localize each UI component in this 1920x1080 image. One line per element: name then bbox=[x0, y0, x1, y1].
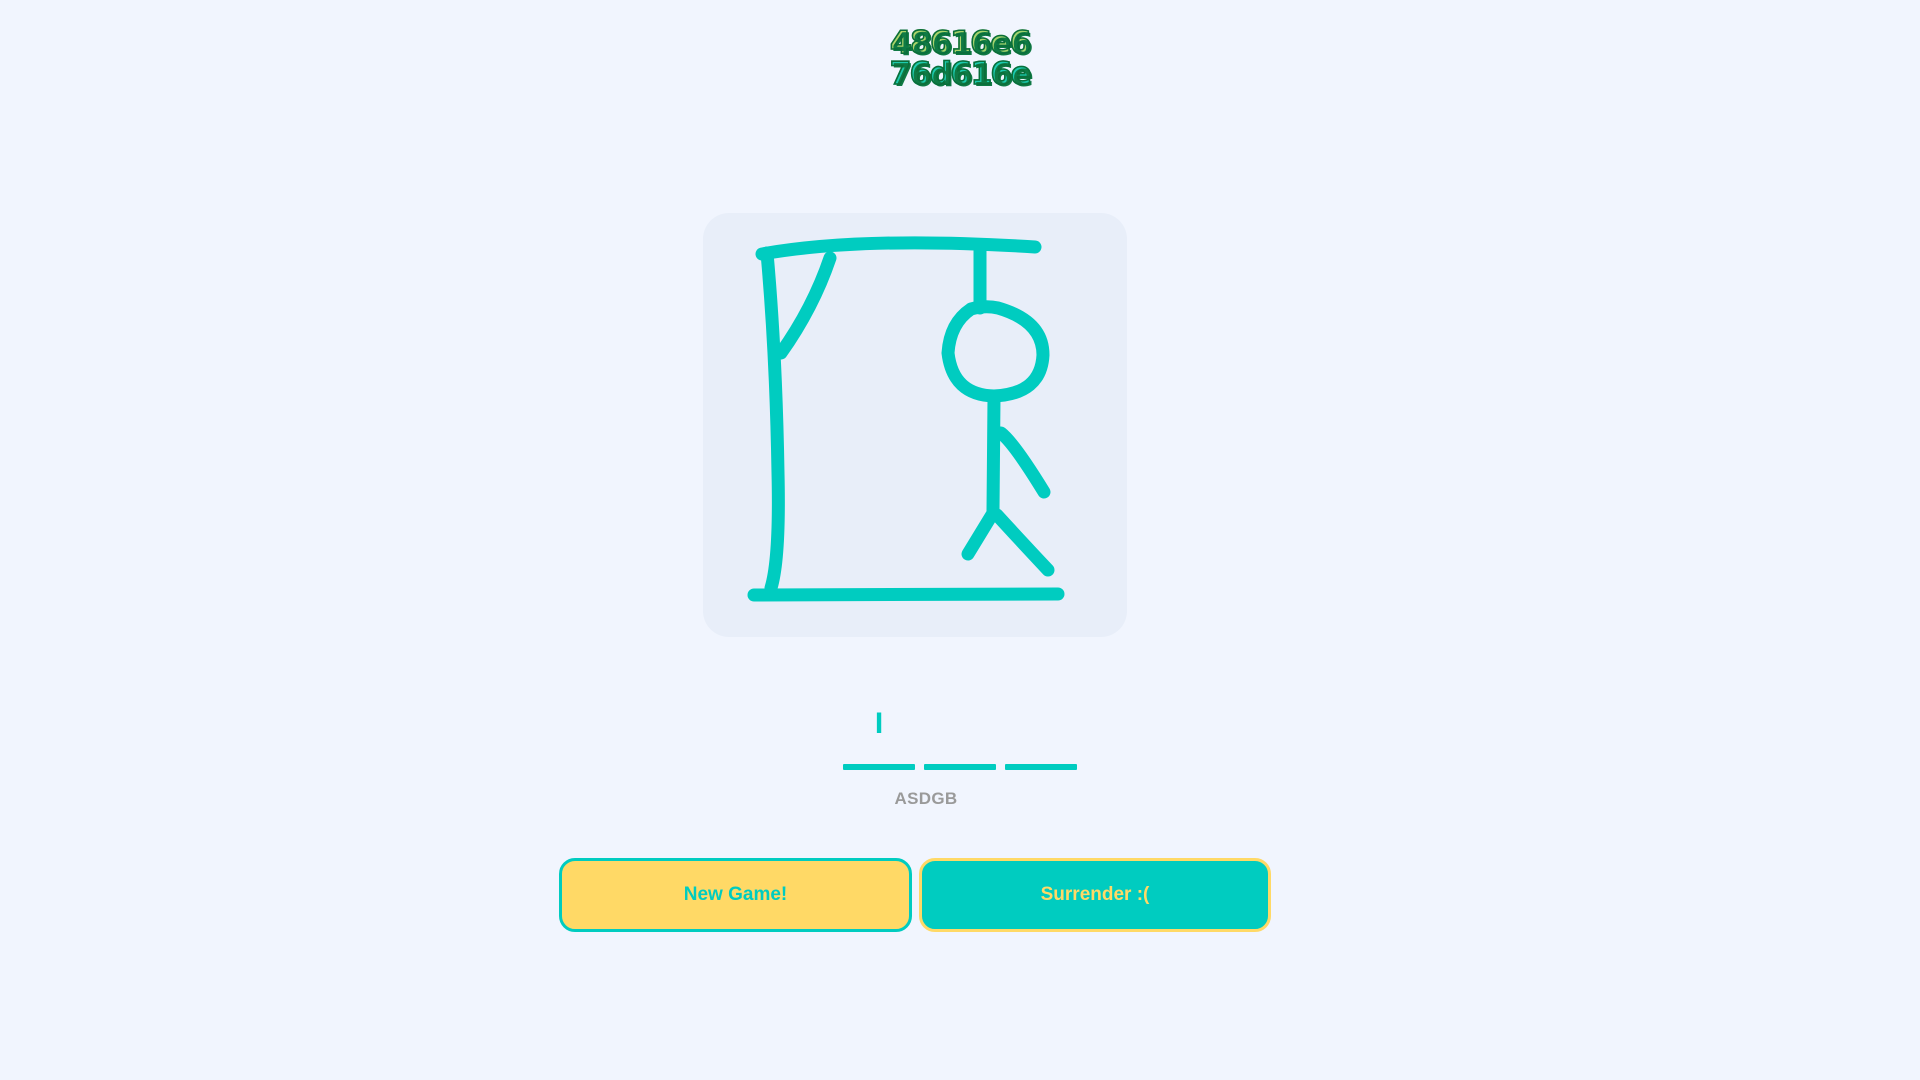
guessed-letters: ASDGB bbox=[894, 789, 958, 808]
logo-line-1: 48616e6 bbox=[0, 27, 1920, 60]
body bbox=[986, 391, 1001, 517]
surrender-button[interactable]: Surrender :( bbox=[919, 858, 1271, 932]
slot-underline bbox=[843, 764, 915, 770]
game-page: 48616e6 76d616e I ASDGB New Game! Surren… bbox=[0, 0, 1920, 1080]
leg-right bbox=[990, 508, 1055, 577]
slot-underline bbox=[1005, 764, 1077, 770]
head bbox=[941, 300, 1050, 403]
logo-line-2: 76d616e bbox=[0, 58, 1920, 91]
leg-left bbox=[961, 506, 1000, 561]
letter-slot: I bbox=[843, 700, 915, 770]
gallows-panel bbox=[703, 213, 1127, 637]
letter-slot bbox=[1005, 700, 1077, 770]
word-display: I bbox=[0, 700, 1920, 770]
logo: 48616e6 76d616e bbox=[0, 27, 1920, 91]
arm bbox=[994, 426, 1051, 499]
gallows-brace bbox=[774, 251, 837, 360]
gallows-beam bbox=[755, 236, 1042, 261]
letter-slot bbox=[924, 700, 996, 770]
new-game-button[interactable]: New Game! bbox=[559, 858, 912, 932]
hangman-drawing bbox=[747, 236, 1065, 602]
gallows-base bbox=[747, 587, 1065, 602]
slot-underline bbox=[924, 764, 996, 770]
slot-letter: I bbox=[874, 707, 884, 740]
gallows-post bbox=[760, 246, 785, 595]
